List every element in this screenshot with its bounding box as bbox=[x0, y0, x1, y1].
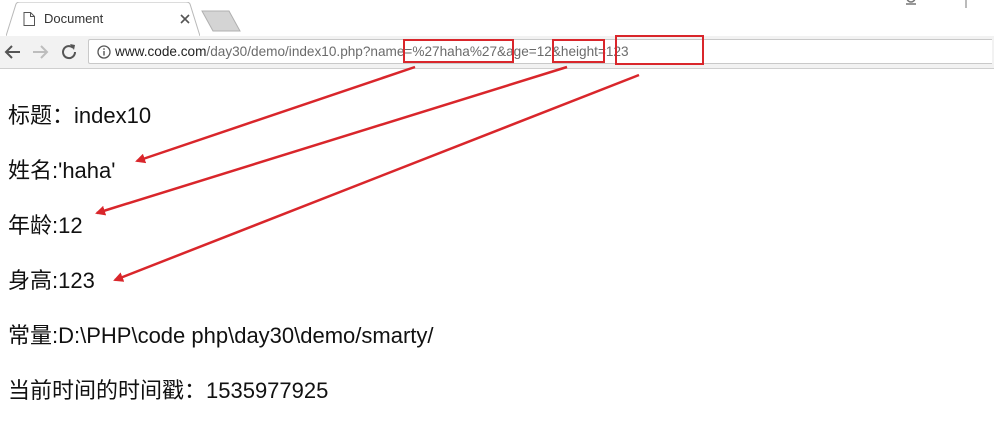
url-text[interactable]: www.code.com/day30/demo/index10.php?name… bbox=[115, 44, 629, 59]
title-line: 标题：index10 bbox=[8, 103, 152, 128]
back-arrow-icon[interactable] bbox=[2, 41, 24, 63]
new-tab-button[interactable] bbox=[201, 10, 241, 32]
address-bar[interactable]: www.code.com/day30/demo/index10.php?name… bbox=[88, 39, 992, 64]
height-arrow bbox=[113, 73, 640, 282]
reload-icon[interactable] bbox=[58, 41, 80, 63]
profile-icon[interactable] bbox=[903, 0, 919, 6]
close-icon[interactable] bbox=[179, 13, 191, 25]
document-icon bbox=[23, 12, 35, 26]
browser-tab[interactable]: Document bbox=[6, 2, 200, 36]
url-path: /day30/demo/index10.php?name=%27haha%27&… bbox=[206, 44, 629, 59]
forward-arrow-icon[interactable] bbox=[29, 41, 51, 63]
height-line: 身高:123 bbox=[8, 268, 95, 293]
age-arrow bbox=[95, 65, 568, 216]
url-host: www.code.com bbox=[115, 44, 207, 59]
name-arrow bbox=[135, 65, 416, 164]
tab-bar: Document bbox=[0, 0, 994, 36]
name-line: 姓名:'haha' bbox=[8, 158, 116, 183]
info-icon[interactable] bbox=[97, 45, 111, 59]
window-control-edge bbox=[965, 0, 967, 8]
age-line: 年龄:12 bbox=[8, 213, 83, 238]
constant-line: 常量:D:\PHP\code php\day30\demo/smarty/ bbox=[8, 323, 434, 348]
tab-title: Document bbox=[44, 11, 104, 26]
toolbar-divider bbox=[0, 68, 994, 69]
timestamp-line: 当前时间的时间戳：1535977925 bbox=[8, 378, 329, 403]
